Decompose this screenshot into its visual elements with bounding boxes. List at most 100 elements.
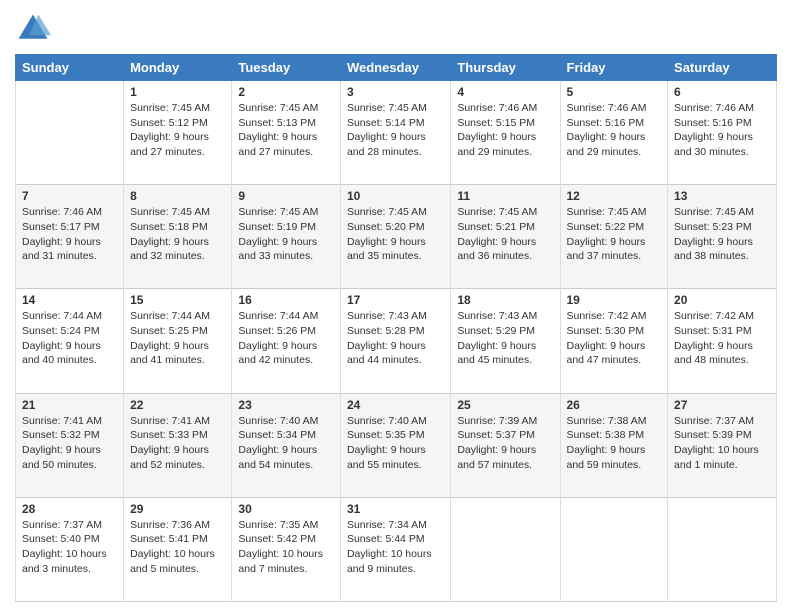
calendar-cell: 14 Sunrise: 7:44 AM Sunset: 5:24 PM Dayli… [16, 289, 124, 393]
calendar-cell: 21Sunrise: 7:41 AM Sunset: 5:32 PM Dayli… [16, 393, 124, 497]
calendar-week-4: 21Sunrise: 7:41 AM Sunset: 5:32 PM Dayli… [16, 393, 777, 497]
day-number: 16 [238, 293, 334, 307]
calendar-cell: 4Sunrise: 7:46 AM Sunset: 5:15 PM Daylig… [451, 81, 560, 185]
day-number: 18 [457, 293, 553, 307]
day-info: Sunrise: 7:36 AM Sunset: 5:41 PM Dayligh… [130, 518, 225, 577]
calendar-cell: 27Sunrise: 7:37 AM Sunset: 5:39 PM Dayli… [668, 393, 777, 497]
day-info: Sunrise: 7:46 AM Sunset: 5:16 PM Dayligh… [674, 101, 770, 160]
day-number: 10 [347, 189, 444, 203]
calendar-cell: 25 Sunrise: 7:39 AM Sunset: 5:37 PM Dayli… [451, 393, 560, 497]
day-number: 14 [22, 293, 117, 307]
calendar-cell [451, 497, 560, 601]
header [15, 10, 777, 46]
calendar-cell: 22Sunrise: 7:41 AM Sunset: 5:33 PM Dayli… [124, 393, 232, 497]
calendar-cell: 24 Sunrise: 7:40 AM Sunset: 5:35 PM Dayli… [340, 393, 450, 497]
day-number: 19 [567, 293, 662, 307]
day-number: 17 [347, 293, 444, 307]
calendar-cell: 26Sunrise: 7:38 AM Sunset: 5:38 PM Dayli… [560, 393, 668, 497]
day-info: Sunrise: 7:42 AM Sunset: 5:30 PM Dayligh… [567, 309, 662, 368]
calendar-cell: 30 Sunrise: 7:35 AM Sunset: 5:42 PM Dayli… [232, 497, 341, 601]
day-number: 31 [347, 502, 444, 516]
calendar-cell: 20 Sunrise: 7:42 AM Sunset: 5:31 PM Dayli… [668, 289, 777, 393]
calendar-cell: 12 Sunrise: 7:45 AM Sunset: 5:22 PM Dayli… [560, 185, 668, 289]
day-info: Sunrise: 7:44 AM Sunset: 5:24 PM Dayligh… [22, 309, 117, 368]
day-info: Sunrise: 7:40 AM Sunset: 5:35 PM Dayligh… [347, 414, 444, 473]
day-number: 27 [674, 398, 770, 412]
calendar-cell: 9Sunrise: 7:45 AM Sunset: 5:19 PM Daylig… [232, 185, 341, 289]
day-info: Sunrise: 7:45 AM Sunset: 5:14 PM Dayligh… [347, 101, 444, 160]
header-day-friday: Friday [560, 55, 668, 81]
calendar-cell: 3 Sunrise: 7:45 AM Sunset: 5:14 PM Daylig… [340, 81, 450, 185]
day-number: 8 [130, 189, 225, 203]
day-number: 1 [130, 85, 225, 99]
calendar-cell: 13 Sunrise: 7:45 AM Sunset: 5:23 PM Dayli… [668, 185, 777, 289]
day-info: Sunrise: 7:45 AM Sunset: 5:19 PM Dayligh… [238, 205, 334, 264]
header-day-thursday: Thursday [451, 55, 560, 81]
calendar-cell: 29 Sunrise: 7:36 AM Sunset: 5:41 PM Dayli… [124, 497, 232, 601]
day-info: Sunrise: 7:38 AM Sunset: 5:38 PM Dayligh… [567, 414, 662, 473]
day-info: Sunrise: 7:44 AM Sunset: 5:26 PM Dayligh… [238, 309, 334, 368]
day-number: 29 [130, 502, 225, 516]
day-number: 28 [22, 502, 117, 516]
day-info: Sunrise: 7:37 AM Sunset: 5:40 PM Dayligh… [22, 518, 117, 577]
day-number: 13 [674, 189, 770, 203]
header-day-sunday: Sunday [16, 55, 124, 81]
logo-icon [15, 10, 51, 46]
day-info: Sunrise: 7:40 AM Sunset: 5:34 PM Dayligh… [238, 414, 334, 473]
calendar-cell: 19 Sunrise: 7:42 AM Sunset: 5:30 PM Dayli… [560, 289, 668, 393]
day-number: 24 [347, 398, 444, 412]
calendar-cell: 28 Sunrise: 7:37 AM Sunset: 5:40 PM Dayli… [16, 497, 124, 601]
day-number: 12 [567, 189, 662, 203]
calendar-cell [668, 497, 777, 601]
header-day-tuesday: Tuesday [232, 55, 341, 81]
calendar-cell: 6Sunrise: 7:46 AM Sunset: 5:16 PM Daylig… [668, 81, 777, 185]
day-info: Sunrise: 7:46 AM Sunset: 5:16 PM Dayligh… [567, 101, 662, 160]
calendar-cell: 5 Sunrise: 7:46 AM Sunset: 5:16 PM Daylig… [560, 81, 668, 185]
day-number: 7 [22, 189, 117, 203]
calendar-header: SundayMondayTuesdayWednesdayThursdayFrid… [16, 55, 777, 81]
day-info: Sunrise: 7:42 AM Sunset: 5:31 PM Dayligh… [674, 309, 770, 368]
day-info: Sunrise: 7:45 AM Sunset: 5:21 PM Dayligh… [457, 205, 553, 264]
day-info: Sunrise: 7:45 AM Sunset: 5:13 PM Dayligh… [238, 101, 334, 160]
day-info: Sunrise: 7:45 AM Sunset: 5:23 PM Dayligh… [674, 205, 770, 264]
calendar-cell: 8 Sunrise: 7:45 AM Sunset: 5:18 PM Daylig… [124, 185, 232, 289]
calendar-cell: 1 Sunrise: 7:45 AM Sunset: 5:12 PM Daylig… [124, 81, 232, 185]
day-number: 25 [457, 398, 553, 412]
day-number: 20 [674, 293, 770, 307]
day-number: 5 [567, 85, 662, 99]
header-day-saturday: Saturday [668, 55, 777, 81]
calendar-table: SundayMondayTuesdayWednesdayThursdayFrid… [15, 54, 777, 602]
calendar-week-2: 7 Sunrise: 7:46 AM Sunset: 5:17 PM Daylig… [16, 185, 777, 289]
logo [15, 10, 55, 46]
day-info: Sunrise: 7:35 AM Sunset: 5:42 PM Dayligh… [238, 518, 334, 577]
day-number: 21 [22, 398, 117, 412]
calendar-cell: 10 Sunrise: 7:45 AM Sunset: 5:20 PM Dayli… [340, 185, 450, 289]
calendar-cell: 23 Sunrise: 7:40 AM Sunset: 5:34 PM Dayli… [232, 393, 341, 497]
day-info: Sunrise: 7:39 AM Sunset: 5:37 PM Dayligh… [457, 414, 553, 473]
day-info: Sunrise: 7:44 AM Sunset: 5:25 PM Dayligh… [130, 309, 225, 368]
day-number: 23 [238, 398, 334, 412]
calendar-cell: 2 Sunrise: 7:45 AM Sunset: 5:13 PM Daylig… [232, 81, 341, 185]
calendar-cell: 11Sunrise: 7:45 AM Sunset: 5:21 PM Dayli… [451, 185, 560, 289]
calendar-cell: 7 Sunrise: 7:46 AM Sunset: 5:17 PM Daylig… [16, 185, 124, 289]
day-info: Sunrise: 7:45 AM Sunset: 5:20 PM Dayligh… [347, 205, 444, 264]
calendar-cell: 18Sunrise: 7:43 AM Sunset: 5:29 PM Dayli… [451, 289, 560, 393]
page: SundayMondayTuesdayWednesdayThursdayFrid… [0, 0, 792, 612]
calendar-body: 1 Sunrise: 7:45 AM Sunset: 5:12 PM Daylig… [16, 81, 777, 602]
day-info: Sunrise: 7:45 AM Sunset: 5:22 PM Dayligh… [567, 205, 662, 264]
day-info: Sunrise: 7:46 AM Sunset: 5:15 PM Dayligh… [457, 101, 553, 160]
day-number: 3 [347, 85, 444, 99]
calendar-cell [560, 497, 668, 601]
day-info: Sunrise: 7:34 AM Sunset: 5:44 PM Dayligh… [347, 518, 444, 577]
day-number: 30 [238, 502, 334, 516]
day-number: 2 [238, 85, 334, 99]
day-info: Sunrise: 7:43 AM Sunset: 5:28 PM Dayligh… [347, 309, 444, 368]
day-info: Sunrise: 7:45 AM Sunset: 5:12 PM Dayligh… [130, 101, 225, 160]
day-info: Sunrise: 7:45 AM Sunset: 5:18 PM Dayligh… [130, 205, 225, 264]
day-info: Sunrise: 7:46 AM Sunset: 5:17 PM Dayligh… [22, 205, 117, 264]
day-info: Sunrise: 7:41 AM Sunset: 5:33 PM Dayligh… [130, 414, 225, 473]
header-day-wednesday: Wednesday [340, 55, 450, 81]
calendar-cell [16, 81, 124, 185]
calendar-week-1: 1 Sunrise: 7:45 AM Sunset: 5:12 PM Daylig… [16, 81, 777, 185]
calendar-cell: 16 Sunrise: 7:44 AM Sunset: 5:26 PM Dayli… [232, 289, 341, 393]
